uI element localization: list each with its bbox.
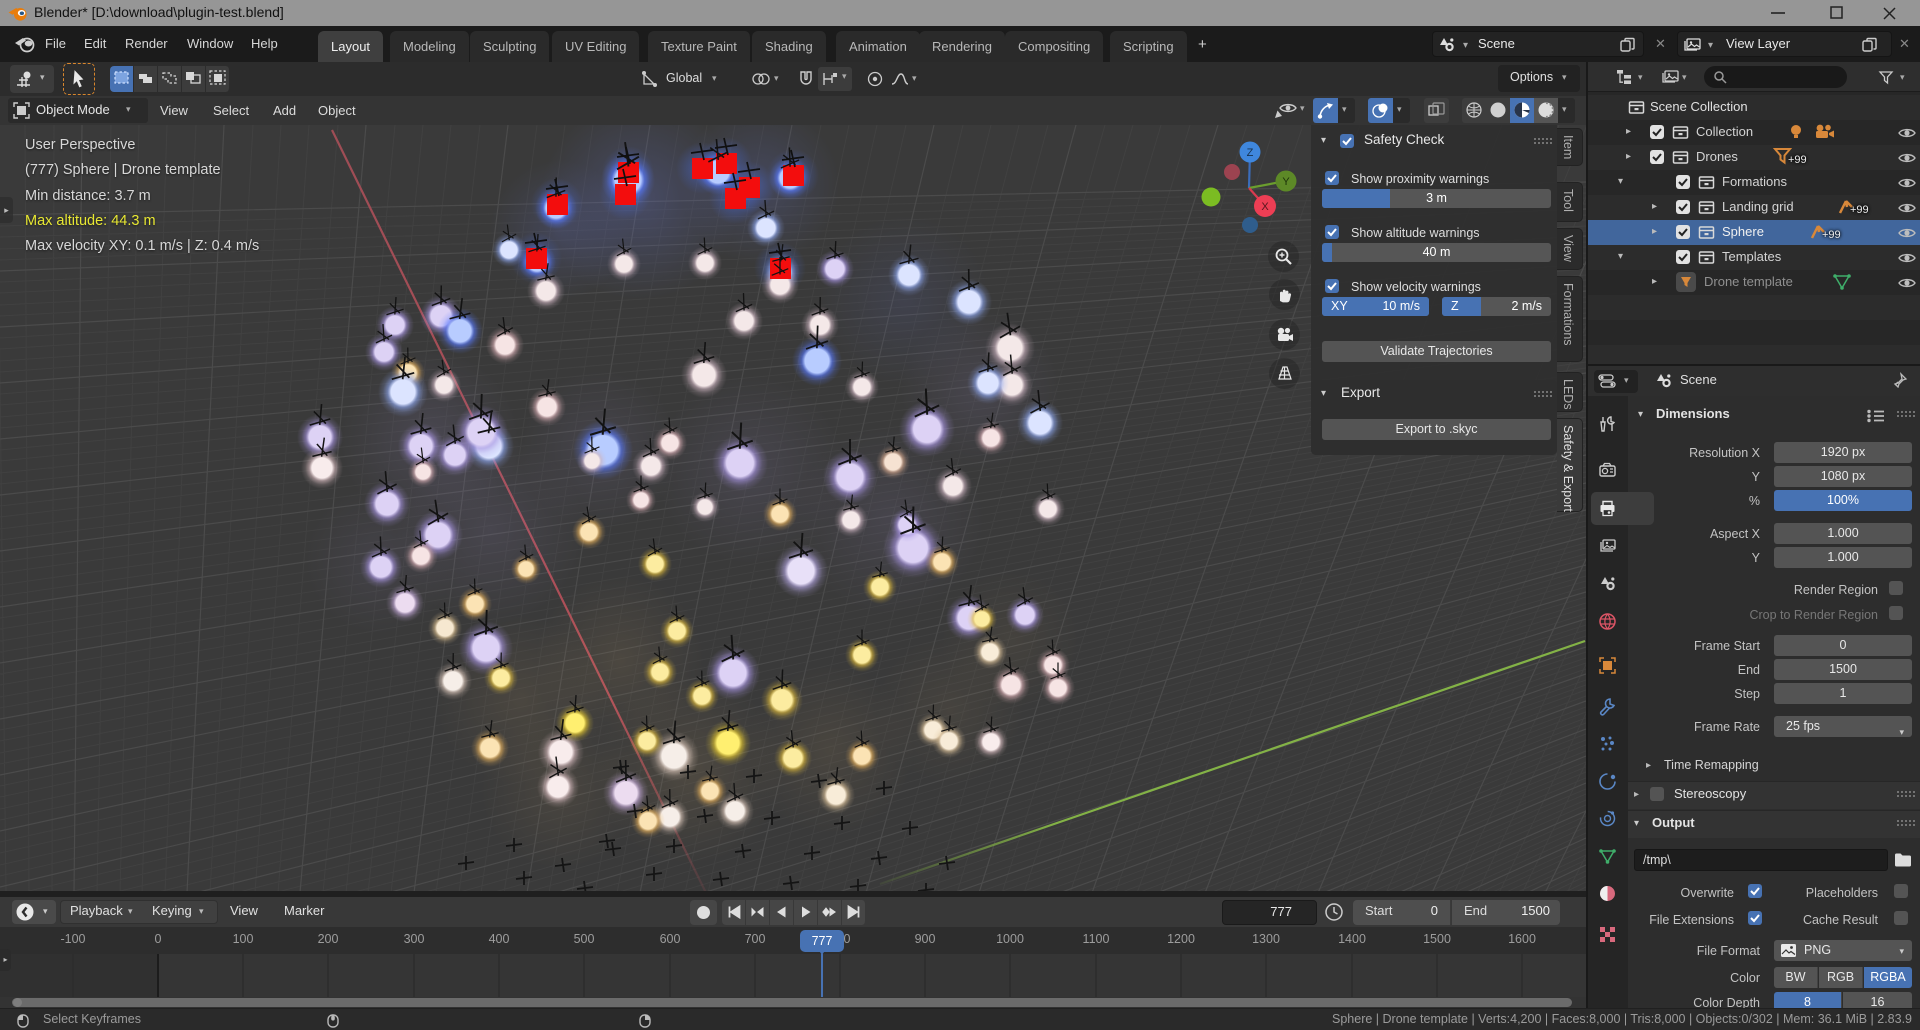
svg-text:Y: Y	[1282, 176, 1290, 188]
svg-text:X: X	[1261, 201, 1269, 213]
svg-text:Z: Z	[1247, 147, 1254, 159]
